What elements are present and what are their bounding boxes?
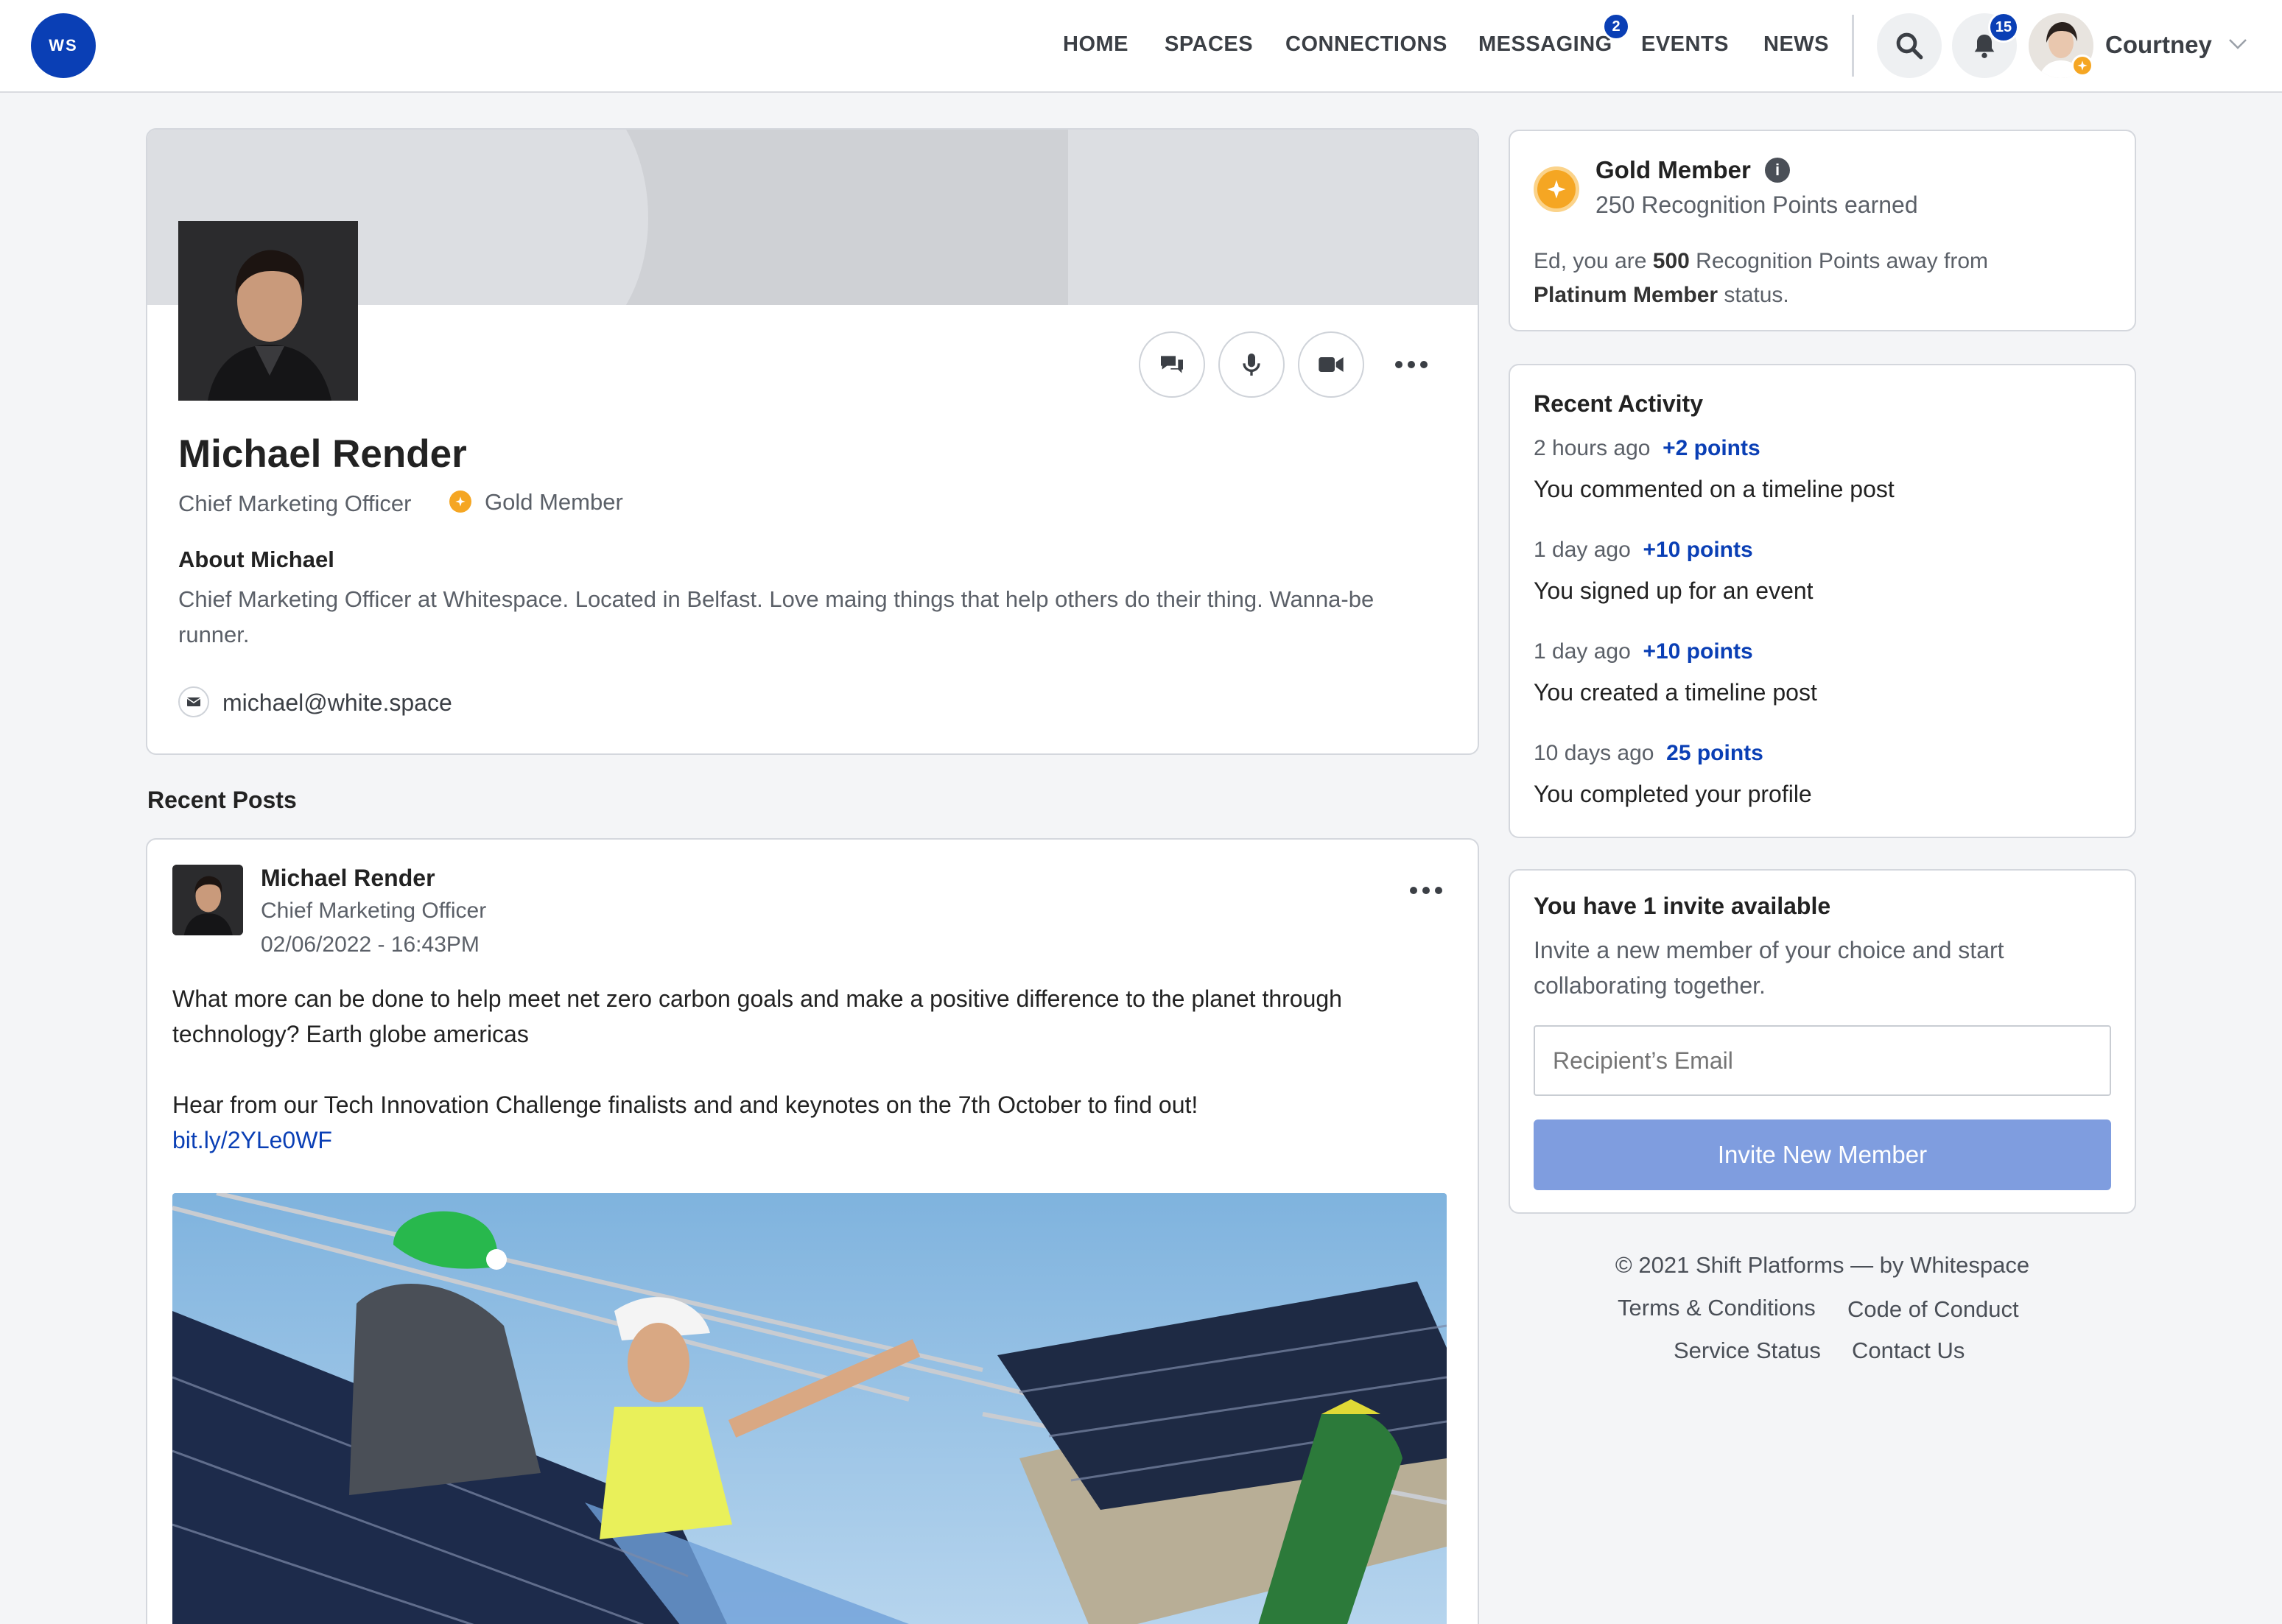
search-icon [1896, 32, 1923, 60]
profile-card: Michael Render Chief Marketing Officer G… [146, 128, 1479, 755]
activity-item: 2 hours ago +2 points [1534, 436, 1760, 461]
activity-time: 10 days ago [1534, 741, 1654, 765]
post-timestamp: 02/06/2022 - 16:43PM [261, 932, 480, 957]
recipient-email-input[interactable] [1534, 1025, 2111, 1096]
invite-card: You have 1 invite available Invite a new… [1509, 869, 2136, 1214]
gold-star-icon [1534, 166, 1579, 212]
whitespace-logo[interactable]: WS [31, 13, 96, 78]
profile-email[interactable]: michael@white.space [222, 689, 452, 717]
post-author-title: Chief Marketing Officer [261, 899, 487, 923]
chat-button[interactable] [1139, 331, 1205, 398]
activity-time: 2 hours ago [1534, 436, 1651, 460]
nav-news[interactable]: NEWS [1763, 32, 1829, 57]
nav-divider [1852, 15, 1854, 77]
activity-text: You created a timeline post [1534, 679, 1817, 706]
profile-name: Michael Render [178, 432, 467, 476]
activity-item: 1 day ago +10 points [1534, 538, 1753, 563]
nav-events[interactable]: EVENTS [1641, 32, 1729, 57]
top-navigation-bar: WS HOME SPACES CONNECTIONS MESSAGING 2 E… [0, 0, 2282, 93]
post-more-options-icon[interactable] [1410, 887, 1442, 894]
activity-time: 1 day ago [1534, 538, 1631, 562]
nav-home[interactable]: HOME [1063, 32, 1128, 57]
activity-item: 1 day ago +10 points [1534, 639, 1753, 664]
gold-member-progress-text: Ed, you are 500 Recognition Points away … [1534, 249, 1989, 307]
notifications-badge: 15 [1988, 12, 2019, 43]
invite-heading: You have 1 invite available [1534, 893, 1831, 919]
email-icon [178, 686, 209, 717]
chevron-down-icon[interactable] [2227, 37, 2248, 52]
recent-posts-heading: Recent Posts [147, 787, 297, 813]
search-button[interactable] [1877, 13, 1942, 78]
activity-text: You completed your profile [1534, 781, 1812, 807]
solar-panel-workers-image [172, 1193, 1447, 1624]
gold-member-card: Gold Member i 250 Recognition Points ear… [1509, 130, 2136, 331]
user-name[interactable]: Courtney [2105, 31, 2212, 59]
video-camera-icon [1319, 357, 1344, 372]
post-link[interactable]: bit.ly/2YLe0WF [172, 1122, 332, 1158]
activity-time: 1 day ago [1534, 639, 1631, 664]
gold-member-points: 250 Recognition Points earned [1595, 191, 1918, 218]
post-author-avatar[interactable] [172, 865, 243, 935]
activity-text: You signed up for an event [1534, 577, 1814, 604]
invite-new-member-button[interactable]: Invite New Member [1534, 1119, 2111, 1190]
microphone-icon [1243, 354, 1260, 376]
about-heading: About Michael [178, 546, 334, 572]
profile-membership: Gold Member [485, 489, 623, 515]
activity-points: +2 points [1663, 436, 1760, 460]
post-image[interactable] [172, 1193, 1447, 1624]
profile-title: Chief Marketing Officer [178, 491, 412, 516]
video-call-button[interactable] [1298, 331, 1364, 398]
about-text: Chief Marketing Officer at Whitespace. L… [178, 586, 1375, 647]
user-gold-badge-icon [2071, 55, 2093, 77]
chat-bubbles-icon [1161, 356, 1183, 373]
nav-messaging[interactable]: MESSAGING [1478, 32, 1612, 57]
post-body-paragraph-2: Hear from our Tech Innovation Challenge … [172, 1092, 1198, 1118]
activity-text: You commented on a timeline post [1534, 476, 1895, 502]
post-body-paragraph-1: What more can be done to help meet net z… [172, 985, 1342, 1047]
info-icon[interactable]: i [1765, 158, 1790, 183]
profile-photo [178, 221, 358, 401]
footer-link-terms[interactable]: Terms & Conditions [1618, 1295, 1816, 1321]
post-card: Michael Render Chief Marketing Officer 0… [146, 838, 1479, 1624]
voice-call-button[interactable] [1218, 331, 1285, 398]
recent-activity-heading: Recent Activity [1534, 390, 1703, 417]
activity-points: +10 points [1643, 538, 1753, 562]
more-options-icon[interactable] [1395, 361, 1428, 368]
messaging-badge: 2 [1602, 13, 1630, 41]
nav-connections[interactable]: CONNECTIONS [1285, 32, 1447, 57]
gold-member-title: Gold Member [1595, 156, 1751, 183]
nav-spaces[interactable]: SPACES [1165, 32, 1253, 57]
activity-points: 25 points [1666, 741, 1763, 765]
footer-link-contact-us[interactable]: Contact Us [1852, 1337, 1965, 1364]
recent-activity-card: Recent Activity 2 hours ago +2 points Yo… [1509, 364, 2136, 838]
invite-text: Invite a new member of your choice and s… [1534, 937, 2004, 999]
footer-link-service-status[interactable]: Service Status [1674, 1337, 1821, 1364]
gold-member-icon [449, 491, 471, 513]
footer-link-code-of-conduct[interactable]: Code of Conduct [1847, 1296, 2019, 1323]
footer-copyright: © 2021 Shift Platforms — by Whitespace [1615, 1252, 2030, 1278]
activity-item: 10 days ago 25 points [1534, 741, 1763, 766]
activity-points: +10 points [1643, 639, 1753, 664]
post-author-name[interactable]: Michael Render [261, 865, 435, 892]
